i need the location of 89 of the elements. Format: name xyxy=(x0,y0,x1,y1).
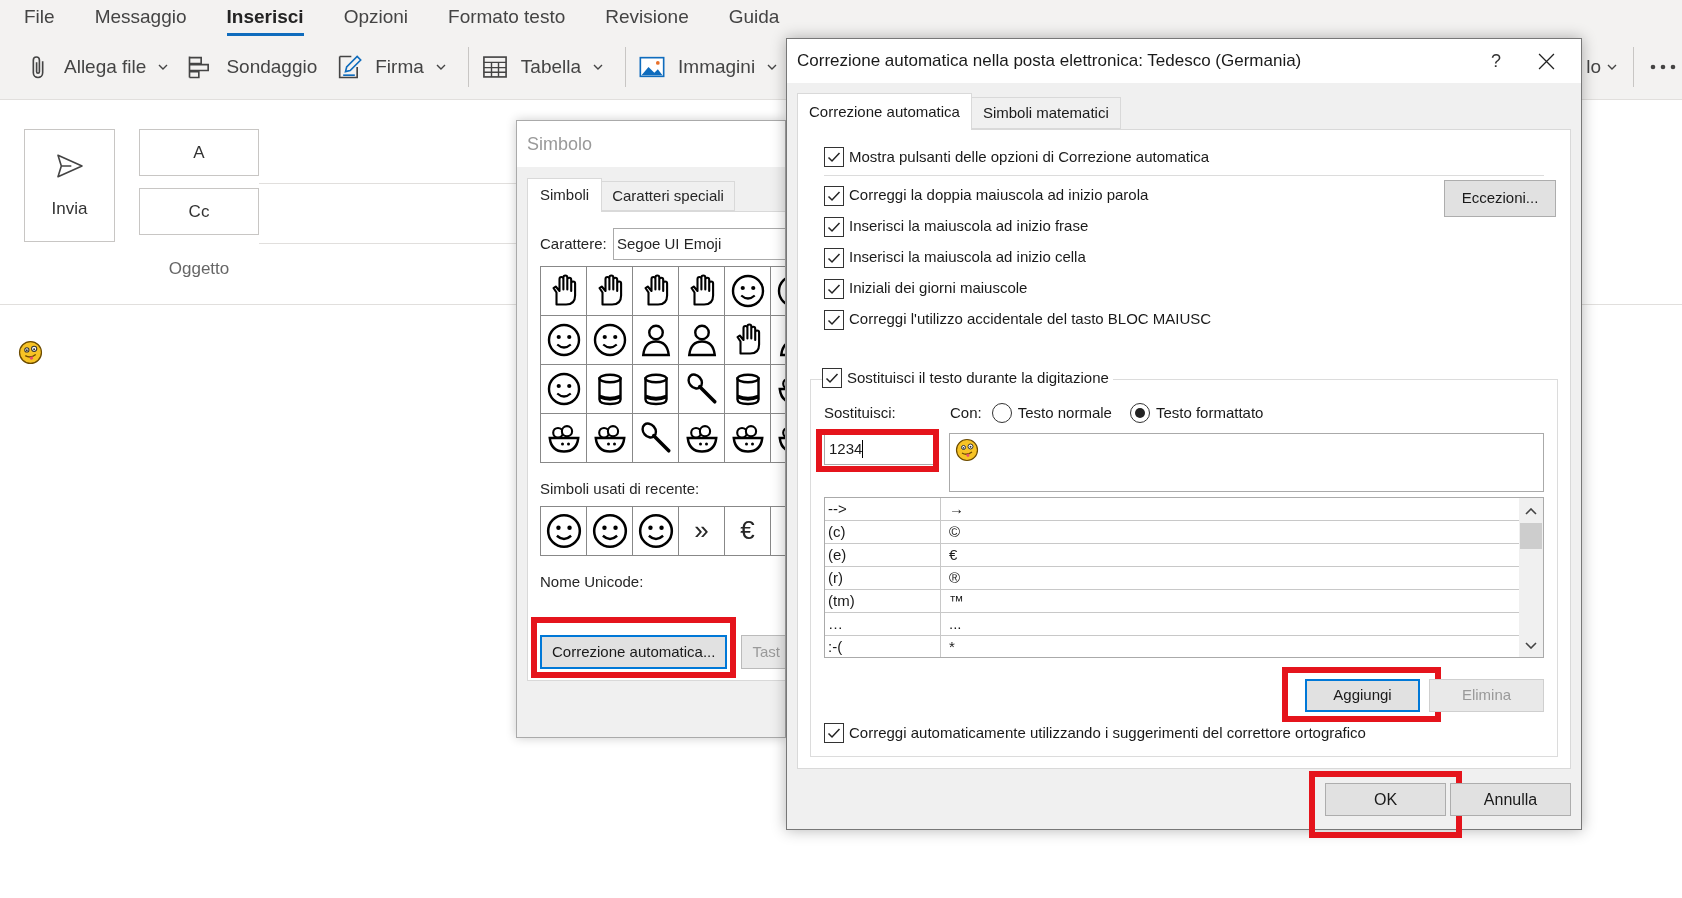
chevron-up-icon xyxy=(1525,508,1537,515)
face-icon[interactable] xyxy=(590,511,629,550)
send-button[interactable]: Invia xyxy=(24,129,115,242)
toolbar-button[interactable]: lo xyxy=(1586,47,1617,88)
scrollbar-thumb[interactable] xyxy=(1520,523,1542,549)
checkbox[interactable] xyxy=(822,368,842,388)
help-button[interactable]: ? xyxy=(1481,47,1511,75)
menu-tab[interactable]: Messaggio xyxy=(94,1,187,36)
face-icon[interactable] xyxy=(544,511,583,550)
menu-tab[interactable]: Guida xyxy=(728,1,780,36)
toolbar-button[interactable]: Immagini xyxy=(634,47,782,88)
checkbox-label[interactable]: Inserisci la maiuscola ad inizio frase xyxy=(849,215,1089,238)
table-cell-text: ™ xyxy=(948,590,965,611)
tab[interactable]: Correzione automatica xyxy=(797,93,972,130)
more-icon[interactable] xyxy=(1650,64,1676,71)
tab[interactable]: Simboli matematici xyxy=(971,97,1121,129)
scrollbar[interactable] xyxy=(1519,498,1543,657)
field-label: Carattere: xyxy=(540,233,608,254)
checkbox[interactable] xyxy=(824,147,844,167)
toolbar-button[interactable]: Allega file xyxy=(20,47,173,88)
exceptions-button[interactable]: Eccezioni... xyxy=(1444,180,1556,217)
dialog-button[interactable]: Annulla xyxy=(1450,783,1571,816)
menu-tab[interactable]: Inserisci xyxy=(226,1,304,36)
checkbox[interactable] xyxy=(824,723,844,743)
table-cell-text: € xyxy=(948,544,959,565)
checkbox[interactable] xyxy=(824,216,844,237)
checkbox[interactable] xyxy=(824,278,844,299)
font-field[interactable]: Segoe UI Emoji xyxy=(613,228,785,260)
emoji-face-icon xyxy=(955,438,979,462)
close-icon[interactable] xyxy=(1537,52,1555,70)
table-cell: --> xyxy=(825,498,941,520)
table-cell-text: © xyxy=(948,521,962,542)
table-cell: (c) xyxy=(825,521,941,543)
section-label: Simboli usati di recente: xyxy=(540,479,701,499)
table-cell-text: → xyxy=(948,498,965,519)
face-icon[interactable] xyxy=(729,273,766,309)
subject-label: Oggetto xyxy=(167,258,231,281)
checkbox-label[interactable]: Correggi automaticamente utilizzando i suggerimenti del correttore ortografico xyxy=(849,721,1366,745)
tab[interactable]: Simboli xyxy=(527,178,603,212)
symbol-glyph[interactable]: € xyxy=(740,511,755,550)
checkbox-label[interactable]: Correggi la doppia maiuscola ad inizio parola xyxy=(849,184,1149,207)
chevron-down-icon xyxy=(1525,642,1537,649)
emoji-face-icon xyxy=(18,340,43,365)
dialog-button[interactable]: Correzione automatica... xyxy=(540,635,728,669)
menu-tab[interactable]: Opzioni xyxy=(343,1,409,36)
checkbox-label[interactable]: Mostra pulsanti delle opzioni di Correzione automatica xyxy=(849,145,1210,169)
menu-tab[interactable]: Revisione xyxy=(605,1,689,36)
symbol-glyph[interactable]: » xyxy=(694,511,709,550)
field-label: Con: xyxy=(950,402,982,423)
radio-label[interactable]: Testo formattato xyxy=(1155,401,1264,425)
toolbar-button[interactable]: Firma xyxy=(331,47,450,88)
face-icon[interactable] xyxy=(636,511,675,550)
checkbox[interactable] xyxy=(824,247,844,268)
table-cell-text: * xyxy=(948,636,956,657)
cc-button[interactable]: Cc xyxy=(139,188,259,235)
face-icon[interactable] xyxy=(545,322,582,358)
toolbar-button[interactable]: Sondaggio xyxy=(182,47,322,88)
field-label: Nome Unicode: xyxy=(540,571,645,592)
menu-tab[interactable]: File xyxy=(24,1,55,36)
dialog-title: Simbolo xyxy=(517,121,785,167)
face-icon[interactable] xyxy=(545,371,582,407)
radio-button[interactable] xyxy=(991,403,1012,423)
to-button[interactable]: A xyxy=(139,129,259,176)
field-label: Sostituisci: xyxy=(824,402,897,423)
checkbox-label[interactable]: Inserisci la maiuscola ad inizio cella xyxy=(849,246,1086,269)
table-cell-text: ® xyxy=(948,567,962,588)
with-field[interactable] xyxy=(949,433,1544,492)
table-cell: (r) xyxy=(825,567,941,589)
tab[interactable]: Caratteri speciali xyxy=(602,181,735,211)
table-cell: (e) xyxy=(825,544,941,566)
replacement-list[interactable]: --> → (c) © (e) € (r) ® (tm) ™ … ... :-( * xyxy=(824,497,1544,658)
table-cell: … xyxy=(825,613,941,635)
menu-tab[interactable]: Formato testo xyxy=(448,1,566,36)
replace-field[interactable]: 1234 xyxy=(824,433,936,465)
face-icon[interactable] xyxy=(591,322,628,358)
radio-button[interactable] xyxy=(1129,403,1150,423)
table-cell: (tm) xyxy=(825,590,941,612)
checkbox-label[interactable]: Correggi l'utilizzo accidentale del tasto BLOC MAIUSC xyxy=(849,308,1212,331)
dialog-button[interactable]: OK xyxy=(1325,783,1446,816)
toolbar-button[interactable]: Tabella xyxy=(476,47,608,88)
checkbox-label[interactable]: Iniziali dei giorni maiuscole xyxy=(849,277,1028,300)
checkbox-label[interactable]: Sostituisci il testo durante la digitazione xyxy=(847,366,1109,390)
checkbox[interactable] xyxy=(824,309,844,330)
checkbox[interactable] xyxy=(824,185,844,206)
dialog-title: Correzione automatica nella posta elettronica: Tedesco (Germania) xyxy=(797,50,1302,73)
table-cell: :-( xyxy=(825,636,941,657)
table-cell-text: ... xyxy=(948,613,963,634)
radio-label[interactable]: Testo normale xyxy=(1017,401,1112,425)
dialog-button[interactable]: Aggiungi xyxy=(1305,679,1420,712)
